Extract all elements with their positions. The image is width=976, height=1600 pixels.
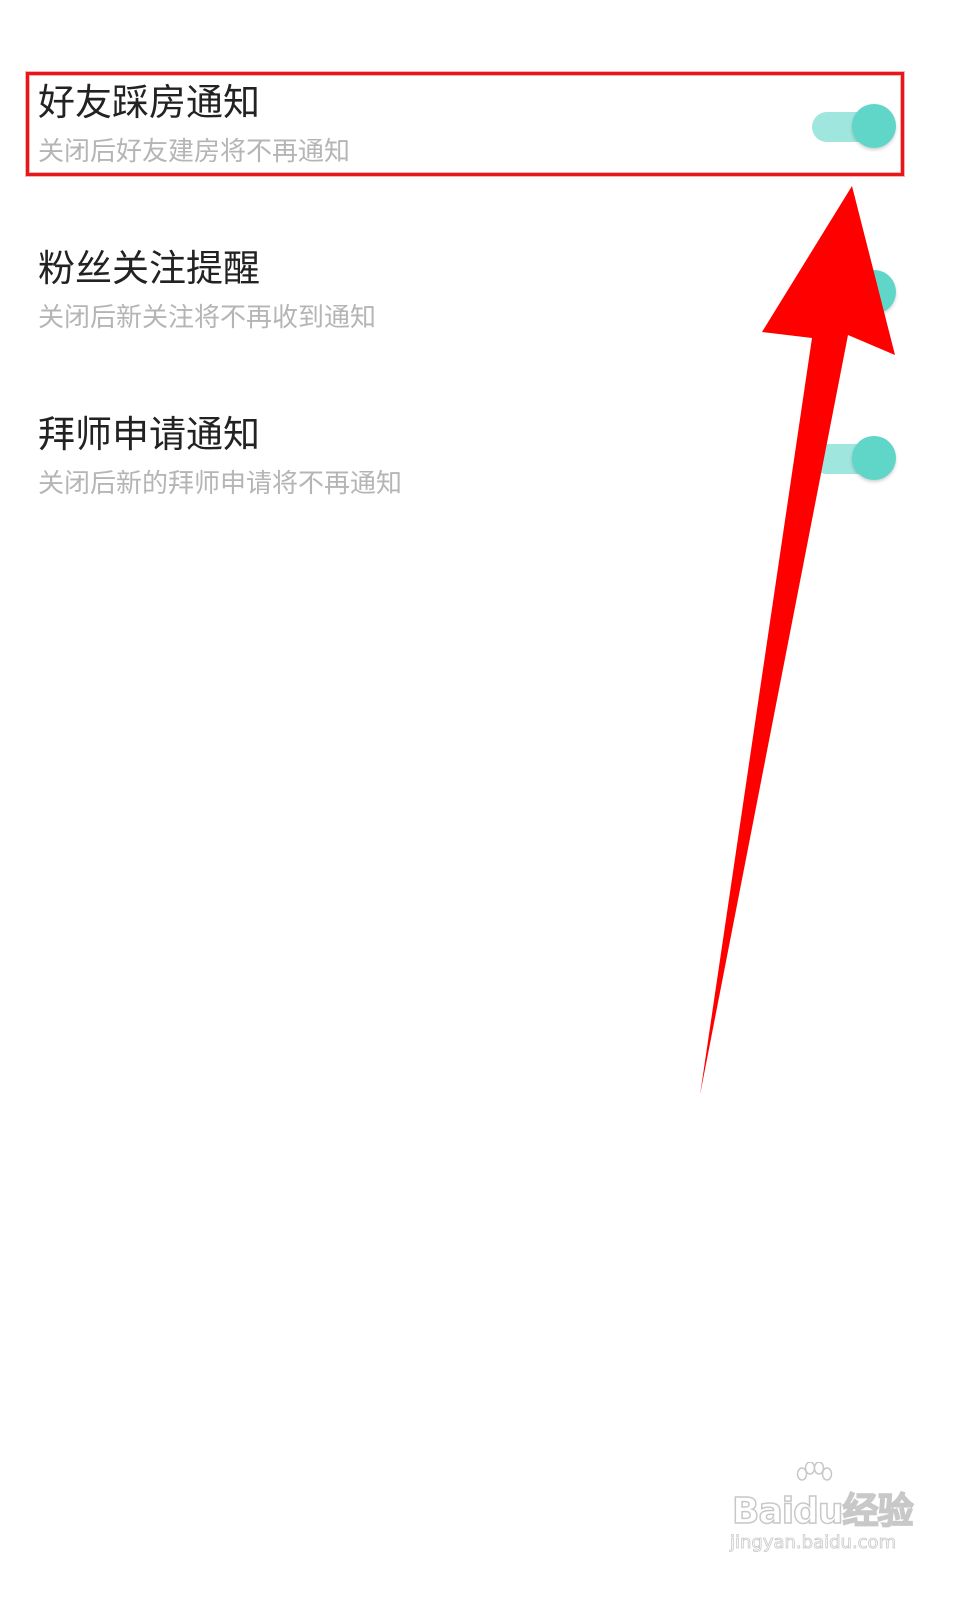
setting-title: 拜师申请通知 [38,413,260,456]
toggle-knob [852,436,896,480]
fan-follow-toggle[interactable] [812,270,896,314]
setting-description: 关闭后新关注将不再收到通知 [38,303,377,333]
setting-row-fan-follow[interactable]: 粉丝关注提醒 关闭后新关注将不再收到通知 [38,244,898,344]
watermark-url: jingyan.baidu.com [730,1532,897,1554]
toggle-knob [852,270,896,314]
paw-icon [796,1462,833,1481]
watermark-brand: Baidu经验 [731,1490,914,1533]
setting-title: 粉丝关注提醒 [38,247,260,290]
annotation-arrow-icon [700,186,895,1095]
friend-room-toggle[interactable] [812,104,896,148]
setting-row-friend-room[interactable]: 好友踩房通知 关闭后好友建房将不再通知 [38,78,898,178]
apprentice-request-toggle[interactable] [812,436,896,480]
setting-description: 关闭后好友建房将不再通知 [38,137,351,167]
toggle-knob [852,104,896,148]
setting-title: 好友踩房通知 [38,81,260,124]
setting-row-apprentice-request[interactable]: 拜师申请通知 关闭后新的拜师申请将不再通知 [38,410,898,510]
setting-description: 关闭后新的拜师申请将不再通知 [38,469,403,499]
baidu-watermark: Baidu经验 jingyan.baidu.com [728,1462,914,1572]
